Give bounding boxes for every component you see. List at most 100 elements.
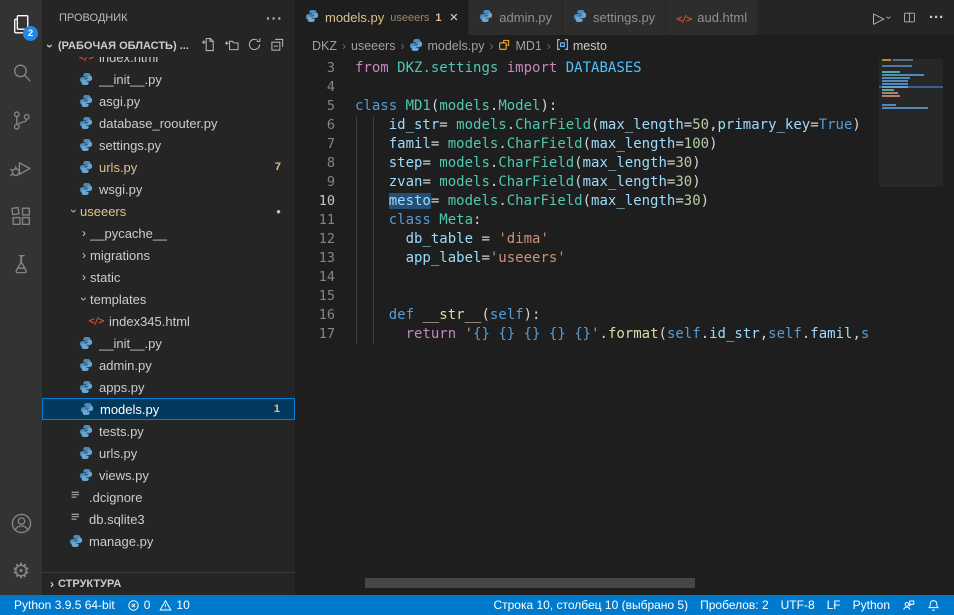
breadcrumb-separator: › bbox=[400, 39, 404, 53]
activity-search-button[interactable] bbox=[0, 48, 42, 96]
bell-icon bbox=[927, 599, 940, 612]
chevron-down-icon: › bbox=[43, 40, 57, 52]
py-file-icon bbox=[78, 138, 94, 152]
status-indentation[interactable]: Пробелов: 2 bbox=[694, 598, 775, 612]
tree-item-label: wsgi.py bbox=[99, 182, 142, 197]
line-number: 4 bbox=[295, 78, 335, 97]
tree-item-__init__.py[interactable]: __init__.py bbox=[42, 332, 295, 354]
status-notifications[interactable] bbox=[921, 599, 946, 612]
new-file-icon[interactable] bbox=[201, 37, 216, 55]
activity-testing-button[interactable] bbox=[0, 240, 42, 288]
tree-item-static[interactable]: ›static bbox=[42, 266, 295, 288]
tab-admin.py[interactable]: admin.py bbox=[469, 0, 563, 35]
run-button[interactable]: ▷› bbox=[873, 9, 890, 27]
tab-settings.py[interactable]: settings.py bbox=[563, 0, 666, 35]
field-symbol-icon bbox=[556, 38, 569, 54]
status-feedback[interactable] bbox=[896, 599, 921, 612]
tree-item-urls.py[interactable]: urls.py bbox=[42, 442, 295, 464]
tree-item-manage.py[interactable]: manage.py bbox=[42, 530, 295, 552]
tree-item-index.html[interactable]: </>index.html bbox=[42, 57, 295, 68]
tree-item-label: templates bbox=[90, 292, 146, 307]
tree-item-.dcignore[interactable]: .dcignore bbox=[42, 486, 295, 508]
status-eol[interactable]: LF bbox=[821, 598, 847, 612]
code-line-content: zvan= models.CharField(max_length=30) bbox=[335, 173, 701, 192]
line-number: 5 bbox=[295, 97, 335, 116]
tree-item-settings.py[interactable]: settings.py bbox=[42, 134, 295, 156]
breadcrumb-models.py[interactable]: models.py bbox=[409, 38, 484, 55]
py-file-icon bbox=[78, 116, 94, 130]
py-file-icon bbox=[573, 9, 587, 26]
activity-account-button[interactable] bbox=[0, 499, 42, 547]
status-encoding[interactable]: UTF-8 bbox=[775, 598, 821, 612]
status-cursor-position[interactable]: Строка 10, столбец 10 (выбрано 5) bbox=[487, 598, 694, 612]
tree-item-useeers[interactable]: ›useeers● bbox=[42, 200, 295, 222]
tree-item-urls.py[interactable]: urls.py7 bbox=[42, 156, 295, 178]
activity-run-debug-button[interactable] bbox=[0, 144, 42, 192]
tree-item-index345.html[interactable]: </>index345.html bbox=[42, 310, 295, 332]
status-label: Строка 10, столбец 10 (выбрано 5) bbox=[493, 598, 688, 612]
line-number: 15 bbox=[295, 287, 335, 306]
more-actions-button[interactable]: ··· bbox=[929, 9, 944, 26]
py-file-icon bbox=[79, 402, 95, 416]
tree-item-badge: 7 bbox=[275, 161, 281, 173]
tree-item-badge: 1 bbox=[274, 403, 280, 415]
tree-item-db.sqlite3[interactable]: db.sqlite3 bbox=[42, 508, 295, 530]
status-problems[interactable]: 010 bbox=[121, 598, 196, 612]
collapse-all-icon[interactable] bbox=[270, 37, 285, 55]
explorer-more-actions-button[interactable]: ··· bbox=[266, 10, 283, 26]
workspace-section-header[interactable]: › (РАБОЧАЯ ОБЛАСТЬ) ... bbox=[42, 35, 295, 57]
horizontal-scrollbar[interactable] bbox=[365, 578, 695, 588]
activity-extensions-button[interactable] bbox=[0, 192, 42, 240]
breadcrumb-MD1[interactable]: MD1 bbox=[498, 38, 541, 54]
py-file-icon bbox=[78, 336, 94, 350]
breadcrumb-DKZ[interactable]: DKZ bbox=[312, 39, 337, 53]
tab-models.py[interactable]: models.pyuseeers1× bbox=[295, 0, 469, 35]
code-line: 6 id_str= models.CharField(max_length=50… bbox=[295, 116, 954, 135]
status-python-interpreter[interactable]: Python 3.9.5 64-bit bbox=[8, 598, 121, 612]
activity-source-control-button[interactable] bbox=[0, 96, 42, 144]
tree-item-database_roouter.py[interactable]: database_roouter.py bbox=[42, 112, 295, 134]
activity-settings-button[interactable]: ⚙ bbox=[0, 547, 42, 595]
chevron-down-icon[interactable]: › bbox=[883, 16, 894, 19]
tree-item-__init__.py[interactable]: __init__.py bbox=[42, 68, 295, 90]
py-symbol-icon bbox=[409, 38, 423, 55]
breadcrumb-separator: › bbox=[489, 39, 493, 53]
gear-icon: ⚙ bbox=[12, 561, 31, 582]
tree-item-templates[interactable]: ›templates bbox=[42, 288, 295, 310]
status-label: LF bbox=[827, 598, 841, 612]
tree-item-asgi.py[interactable]: asgi.py bbox=[42, 90, 295, 112]
new-folder-icon[interactable] bbox=[224, 37, 239, 55]
breadcrumb-label: MD1 bbox=[515, 39, 541, 53]
tree-item-apps.py[interactable]: apps.py bbox=[42, 376, 295, 398]
tree-item-tests.py[interactable]: tests.py bbox=[42, 420, 295, 442]
outline-section-header[interactable]: › СТРУКТУРА bbox=[42, 572, 295, 595]
tree-item-__pycache__[interactable]: ›__pycache__ bbox=[42, 222, 295, 244]
breadcrumb: DKZ›useeers›models.py›MD1›mesto bbox=[295, 35, 954, 57]
breadcrumb-mesto[interactable]: mesto bbox=[556, 38, 607, 54]
line-number: 7 bbox=[295, 135, 335, 154]
tree-item-migrations[interactable]: ›migrations bbox=[42, 244, 295, 266]
py-file-icon bbox=[78, 468, 94, 482]
close-icon[interactable]: × bbox=[450, 10, 459, 25]
tree-item-label: tests.py bbox=[99, 424, 144, 439]
tree-item-models.py[interactable]: models.py1 bbox=[42, 398, 295, 420]
code-line-content bbox=[335, 268, 355, 287]
tab-aud.html[interactable]: </>aud.html bbox=[666, 0, 758, 35]
code-line: 14 bbox=[295, 268, 954, 287]
code-editor[interactable]: 3from DKZ.settings import DATABASES45cla… bbox=[295, 57, 954, 595]
error-count: 0 bbox=[144, 598, 151, 612]
status-language-mode[interactable]: Python bbox=[847, 598, 896, 612]
code-line-content bbox=[335, 287, 355, 306]
tree-item-admin.py[interactable]: admin.py bbox=[42, 354, 295, 376]
minimap[interactable] bbox=[879, 59, 943, 595]
breadcrumb-useeers[interactable]: useeers bbox=[351, 39, 395, 53]
split-editor-button[interactable] bbox=[902, 10, 917, 25]
activity-explorer-button[interactable]: 2 bbox=[0, 0, 42, 48]
refresh-icon[interactable] bbox=[247, 37, 262, 55]
error-icon bbox=[127, 599, 140, 612]
feedback-icon bbox=[902, 599, 915, 612]
breadcrumb-label: models.py bbox=[427, 39, 484, 53]
tree-item-label: __pycache__ bbox=[90, 226, 167, 241]
tree-item-views.py[interactable]: views.py bbox=[42, 464, 295, 486]
tree-item-wsgi.py[interactable]: wsgi.py bbox=[42, 178, 295, 200]
